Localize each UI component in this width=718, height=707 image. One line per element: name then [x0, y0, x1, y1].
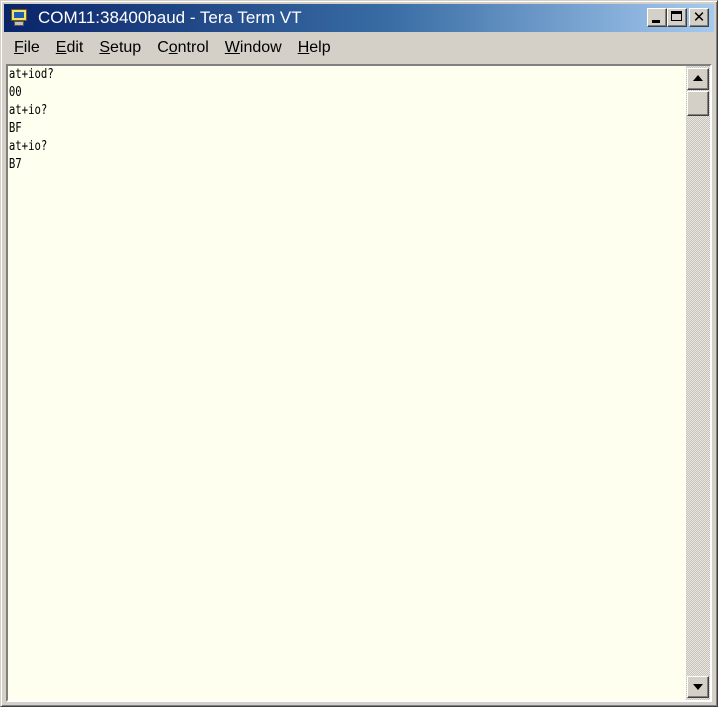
- terminal-line: BF: [8, 121, 22, 136]
- terminal-frame: at+iod? 00 at+io? BF at+io? B7: [6, 64, 712, 702]
- terminal-line: 00: [8, 85, 22, 100]
- terminal-line: B7: [8, 157, 22, 172]
- scroll-thumb[interactable]: [687, 91, 709, 116]
- menu-window[interactable]: Window: [217, 36, 290, 60]
- scroll-down-arrow-icon: [693, 684, 703, 690]
- maximize-button[interactable]: [667, 8, 687, 27]
- window-controls: ✕: [647, 8, 709, 27]
- menu-file[interactable]: File: [4, 36, 48, 60]
- menu-help[interactable]: Help: [290, 36, 339, 60]
- title-bar[interactable]: COM11:38400baud - Tera Term VT ✕: [4, 4, 714, 32]
- menu-edit[interactable]: Edit: [48, 36, 92, 60]
- terminal-line: at+io?: [8, 103, 48, 118]
- tera-term-icon[interactable]: [10, 8, 30, 28]
- minimize-icon: [652, 20, 660, 23]
- minimize-button[interactable]: [647, 8, 667, 27]
- maximize-icon: [671, 11, 682, 21]
- menu-setup[interactable]: Setup: [91, 36, 149, 60]
- terminal-output[interactable]: at+iod? 00 at+io? BF at+io? B7: [8, 66, 686, 700]
- close-button[interactable]: ✕: [689, 8, 709, 27]
- scroll-down-button[interactable]: [687, 676, 709, 698]
- tera-term-window: COM11:38400baud - Tera Term VT ✕ File Ed…: [0, 0, 718, 707]
- scroll-up-arrow-icon: [693, 75, 703, 81]
- close-icon: ✕: [692, 8, 706, 26]
- menu-control[interactable]: Control: [149, 36, 217, 60]
- vertical-scrollbar[interactable]: [686, 66, 710, 700]
- terminal-line: at+io?: [8, 139, 48, 154]
- scroll-up-button[interactable]: [687, 68, 709, 90]
- window-title: COM11:38400baud - Tera Term VT: [38, 8, 302, 27]
- terminal-line: at+iod?: [8, 67, 54, 82]
- menu-bar: File Edit Setup Control Window Help: [4, 35, 714, 61]
